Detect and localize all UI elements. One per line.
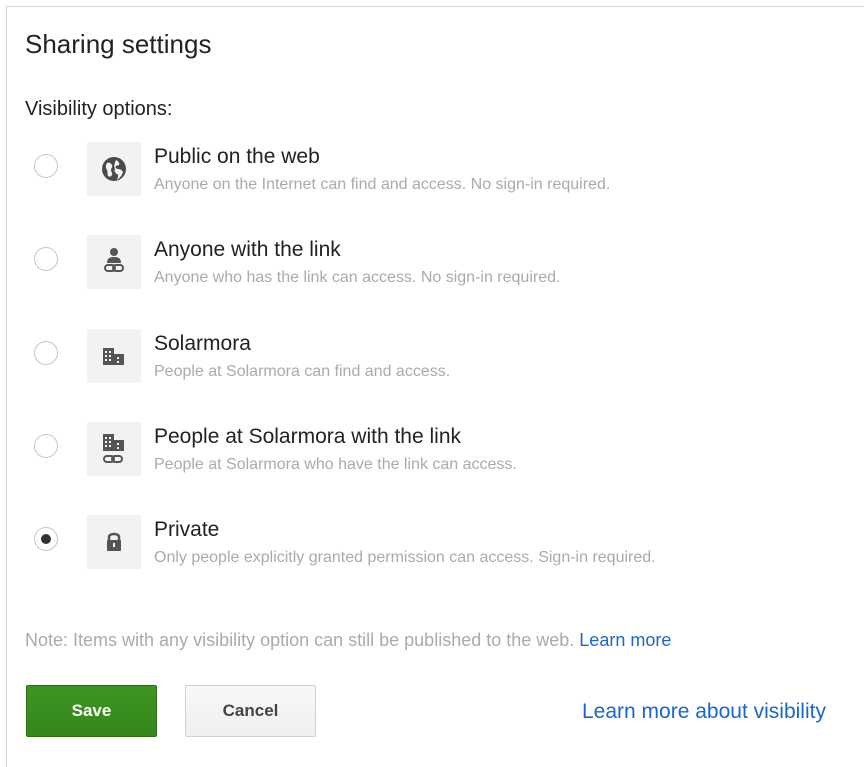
learn-more-about-visibility-link[interactable]: Learn more about visibility	[582, 699, 826, 725]
note-text: Note: Items with any visibility option c…	[25, 630, 580, 650]
option-anyone-with-link[interactable]: Anyone with the link Anyone who has the …	[29, 235, 849, 305]
visibility-options-heading: Visibility options:	[25, 98, 173, 120]
option-label: Anyone with the link	[154, 238, 341, 261]
save-button[interactable]: Save	[26, 685, 157, 737]
dialog-title: Sharing settings	[25, 29, 212, 59]
option-description: People at Solarmora who have the link ca…	[154, 456, 517, 473]
building-link-icon	[87, 422, 141, 476]
option-description: Anyone who has the link can access. No s…	[154, 269, 561, 286]
option-label: Public on the web	[154, 145, 320, 168]
learn-more-link[interactable]: Learn more	[579, 630, 671, 650]
option-solarmora[interactable]: Solarmora People at Solarmora can find a…	[29, 329, 849, 399]
building-icon	[87, 329, 141, 383]
radio-public-on-web[interactable]	[34, 154, 58, 178]
option-description: Anyone on the Internet can find and acce…	[154, 176, 611, 193]
option-description: Only people explicitly granted permissio…	[154, 549, 656, 566]
option-solarmora-with-link[interactable]: People at Solarmora with the link People…	[29, 422, 849, 492]
person-link-icon	[87, 235, 141, 289]
globe-icon	[87, 142, 141, 196]
cancel-button[interactable]: Cancel	[185, 685, 316, 737]
option-description: People at Solarmora can find and access.	[154, 363, 451, 380]
publish-note: Note: Items with any visibility option c…	[25, 629, 671, 651]
option-label: People at Solarmora with the link	[154, 425, 461, 448]
option-public-on-web[interactable]: Public on the web Anyone on the Internet…	[29, 142, 849, 212]
radio-anyone-with-link[interactable]	[34, 247, 58, 271]
sharing-settings-dialog: Sharing settings Visibility options: Pub…	[6, 6, 864, 767]
option-private[interactable]: Private Only people explicitly granted p…	[29, 515, 849, 585]
radio-solarmora[interactable]	[34, 341, 58, 365]
option-label: Solarmora	[154, 332, 251, 355]
option-label: Private	[154, 518, 220, 541]
radio-private[interactable]	[34, 527, 58, 551]
radio-solarmora-with-link[interactable]	[34, 434, 58, 458]
lock-icon	[87, 515, 141, 569]
